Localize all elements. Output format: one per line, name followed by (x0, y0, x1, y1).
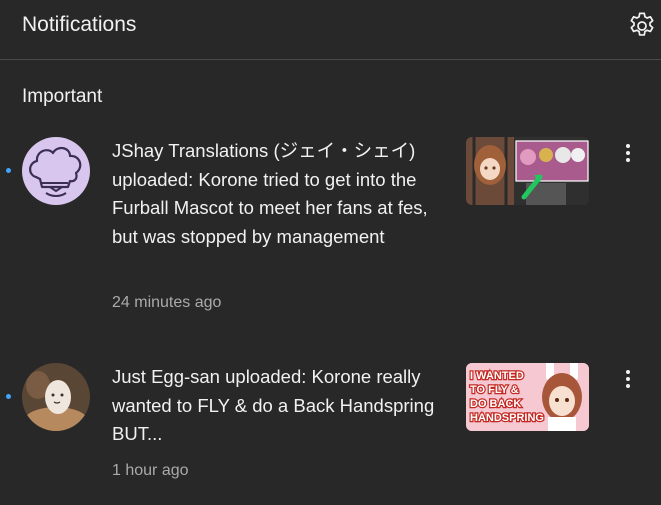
more-vert-icon-dot (626, 158, 630, 162)
chef-avatar-image (22, 137, 90, 205)
egg-avatar-image (22, 363, 90, 431)
more-options-button[interactable] (616, 141, 640, 169)
thumb-text-line1: I WANTED (470, 370, 524, 382)
notification-text: JShay Translations (ジェイ・シェイ) uploaded: K… (112, 140, 428, 248)
settings-button[interactable] (626, 10, 658, 42)
section-title-important: Important (22, 86, 103, 107)
notification-time: 1 hour ago (112, 462, 189, 479)
notification-time: 24 minutes ago (112, 294, 222, 311)
gear-icon (630, 12, 654, 36)
unread-dot (6, 168, 11, 173)
more-vert-icon-dot (626, 151, 630, 155)
notification-item[interactable]: Just Egg-san uploaded: Korone really wan… (0, 362, 661, 492)
thumbnail-image (466, 137, 589, 205)
avatar[interactable] (22, 137, 90, 205)
notification-item[interactable]: JShay Translations (ジェイ・シェイ) uploaded: K… (0, 136, 661, 326)
more-vert-icon-dot (626, 384, 630, 388)
page-title: Notifications (22, 13, 137, 36)
unread-dot (6, 394, 11, 399)
video-thumbnail[interactable]: I WANTED TO FLY & DO BACK HANDSPRING (466, 363, 589, 431)
thumb-text-line4: HANDSPRING (470, 412, 544, 424)
more-options-button[interactable] (616, 367, 640, 395)
notifications-header: Notifications (0, 0, 661, 60)
video-thumbnail[interactable] (466, 137, 589, 205)
notification-text: Just Egg-san uploaded: Korone really wan… (112, 366, 435, 445)
thumbnail-image: I WANTED TO FLY & DO BACK HANDSPRING (466, 363, 589, 431)
thumb-text-line3: DO BACK (470, 398, 521, 410)
thumb-text-line2: TO FLY & (470, 384, 519, 396)
more-vert-icon (626, 370, 630, 374)
more-vert-icon-dot (626, 377, 630, 381)
avatar[interactable] (22, 363, 90, 431)
more-vert-icon (626, 144, 630, 148)
